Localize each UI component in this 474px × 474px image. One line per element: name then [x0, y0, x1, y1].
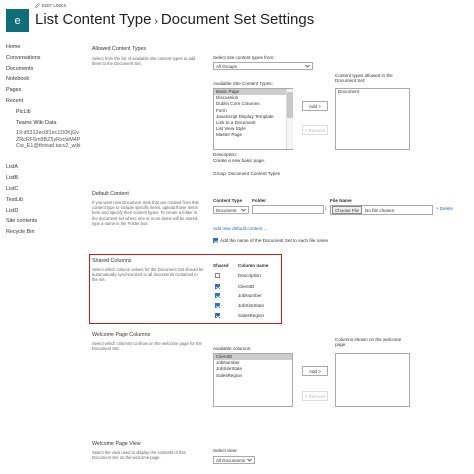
folder-separator: /	[325, 206, 327, 211]
nav-item-documents[interactable]: Documents	[6, 66, 81, 77]
description-label: Description:	[213, 152, 238, 157]
nav-recent-piclib[interactable]: PicLib	[6, 109, 81, 120]
col-folder-header: Folder	[252, 198, 267, 203]
nav-item-lista[interactable]: ListA	[6, 164, 81, 175]
description-text: Create a new basic page.	[213, 158, 266, 163]
quick-launch-nav: Home Conversations Documents Notebook Pa…	[6, 44, 81, 240]
remove-content-type-button[interactable]: < Remove	[302, 125, 328, 135]
available-site-types-list[interactable]: Basic Page Discussion Dublin Core Column…	[213, 88, 293, 150]
select-view-label: Select view:	[213, 448, 238, 453]
nav-item-home[interactable]: Home	[6, 44, 81, 55]
site-types-from-label: Select site content types from:	[213, 55, 275, 60]
add-name-checkbox[interactable]	[213, 238, 218, 243]
breadcrumb-parent[interactable]: List Content Type	[35, 11, 151, 28]
col-content-type-header: Content Type	[213, 198, 243, 203]
add-default-content-link[interactable]: Add new default content ...	[213, 226, 267, 231]
list-item[interactable]: Document	[336, 89, 409, 95]
add-name-checkbox-label: Add the name of the Document Set to each…	[220, 238, 329, 243]
site-types-group-select[interactable]: All Groups	[213, 62, 313, 70]
add-name-checkbox-row[interactable]: Add the name of the Document Set to each…	[213, 238, 328, 243]
welcome-section-desc: Select which columns to show on the welc…	[92, 341, 202, 352]
shared-column-name: Description	[238, 273, 261, 278]
shared-column-name: JobSiteState	[238, 303, 265, 308]
nav-item-recent: Recent	[6, 97, 24, 104]
shared-column-name: SalesRegion	[238, 313, 265, 318]
edit-links-label: EDIT LINKS	[42, 3, 67, 8]
allowed-types-label: Content types allowed in the Document Se…	[335, 73, 393, 83]
allowed-section-title: Allowed Content Types	[92, 46, 147, 52]
nav-item-listd[interactable]: ListD	[6, 208, 81, 219]
site-logo[interactable]: e	[6, 9, 29, 32]
shared-checkbox-salesregion[interactable]	[215, 313, 220, 318]
nav-item-testlib[interactable]: TestLib	[6, 197, 81, 208]
chevron-down-icon	[305, 64, 310, 68]
available-site-types-label: Available Site Content Types:	[213, 81, 273, 86]
group-text: Group: Document Content Types	[213, 171, 281, 176]
welcome-view-select[interactable]: All Documents	[213, 456, 255, 464]
delete-link-label: Delete	[439, 206, 453, 211]
page-title: List Content Type › Document Set Settings	[35, 11, 314, 28]
default-content-type-value: Document	[216, 207, 237, 213]
shared-section-desc: Select which column values for the Docum…	[92, 267, 204, 283]
nav-recent-teams-wiki[interactable]: Teams Wiki Data	[6, 120, 81, 131]
add-column-button[interactable]: Add >	[302, 366, 328, 376]
allowed-section-desc: Select from the list of available site c…	[92, 56, 196, 67]
default-section-desc: If you want new Document Sets that are c…	[92, 200, 199, 226]
nav-item-site-contents[interactable]: Site contents	[6, 218, 81, 229]
welcome-section-title: Welcome Page Columns	[92, 332, 151, 338]
nav-recent-thread-wiki[interactable]: 19:d5312ec0f1ec1D0KjGvZRcRF6m9BZ5yRxcwM4…	[6, 130, 81, 164]
shared-checkbox-jobnumber[interactable]	[215, 293, 220, 298]
nav-item-listc[interactable]: ListC	[6, 186, 81, 197]
nav-item-conversations[interactable]: Conversations	[6, 55, 81, 66]
pencil-icon	[35, 3, 40, 8]
shared-checkbox-jobsitestate[interactable]	[215, 303, 220, 308]
logo-letter: e	[14, 14, 21, 27]
scrollbar-thumb[interactable]	[287, 92, 293, 118]
col-name-header: Column name	[238, 263, 269, 268]
breadcrumb-current: Document Set Settings	[160, 11, 315, 28]
shown-columns-list[interactable]	[335, 353, 410, 407]
shared-section-title: Shared Columns	[92, 258, 132, 264]
nav-item-pages[interactable]: Pages	[6, 87, 81, 98]
folder-input[interactable]	[252, 205, 324, 214]
list-item[interactable]: Master Page	[214, 132, 292, 138]
list-item[interactable]: SalesRegion	[214, 373, 292, 379]
nav-item-listb[interactable]: ListB	[6, 175, 81, 186]
shared-column-name: ClientID	[238, 284, 255, 289]
remove-column-button[interactable]: < Remove	[302, 391, 328, 401]
chevron-down-icon	[247, 458, 252, 462]
add-content-type-button[interactable]: Add >	[302, 101, 328, 111]
nav-item-recycle-bin[interactable]: Recycle Bin	[6, 229, 81, 240]
no-file-text: No file chosen	[365, 207, 395, 213]
nav-item-notebook[interactable]: Notebook	[6, 76, 81, 87]
col-shared-header: Shared	[213, 263, 229, 268]
available-columns-label: Available columns:	[213, 346, 252, 351]
file-upload-field[interactable]: Choose File No file chosen	[330, 205, 433, 215]
shared-checkbox-clientid[interactable]	[215, 284, 220, 289]
delete-link[interactable]: × Delete	[436, 206, 453, 211]
shared-column-name: JobNumber	[238, 293, 262, 298]
default-content-type-select[interactable]: Document	[213, 206, 249, 214]
default-section-title: Default Content	[92, 191, 129, 197]
edit-links-button[interactable]: EDIT LINKS	[35, 3, 66, 8]
view-section-title: Welcome Page View	[92, 441, 141, 447]
allowed-types-list[interactable]: Document	[335, 88, 410, 150]
site-types-group-value: All Groups	[216, 63, 238, 69]
view-section-desc: Select the view used to display the cont…	[92, 450, 186, 461]
welcome-view-value: All Documents	[216, 457, 246, 463]
choose-file-button[interactable]: Choose File	[332, 206, 363, 214]
close-icon: ×	[436, 206, 439, 211]
shared-checkbox-description[interactable]	[215, 273, 220, 278]
col-file-name-header: File Name	[330, 198, 352, 203]
shown-columns-label: Columns shown on the welcome page:	[335, 337, 402, 347]
chevron-down-icon	[241, 208, 246, 212]
available-types-scrollbar[interactable]	[286, 89, 293, 149]
breadcrumb-separator: ›	[154, 16, 158, 27]
available-columns-list[interactable]: ClientID JobNumber JobSiteState SalesReg…	[213, 353, 293, 407]
